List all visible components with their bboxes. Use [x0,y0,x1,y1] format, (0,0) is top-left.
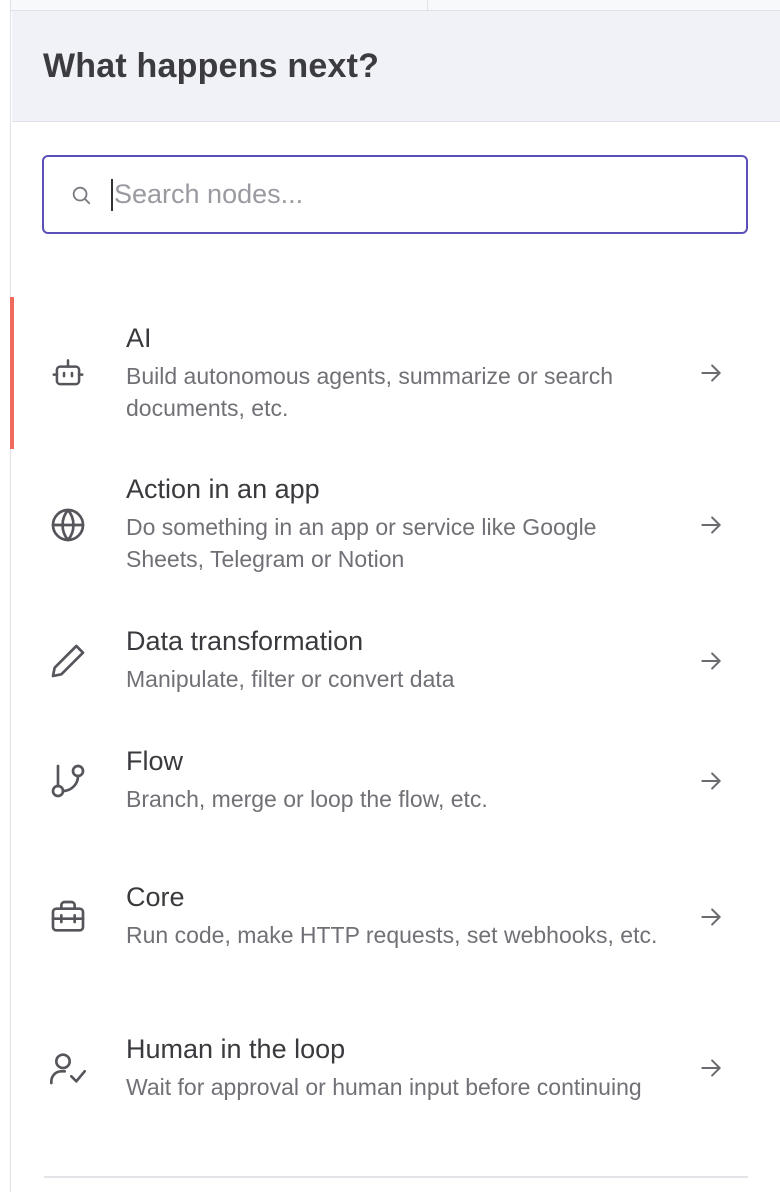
panel-header: What happens next? [12,11,780,122]
canvas-top-strip [0,0,780,11]
item-description: Do something in an app or service like G… [126,514,597,572]
node-creator-panel: What happens next? AI Build autonomous a… [10,11,780,1192]
category-item-human-in-the-loop[interactable]: Human in the loop Wait for approval or h… [12,993,780,1143]
item-text: Data transformation Manipulate, filter o… [126,626,696,695]
toolbox-icon [46,895,90,939]
arrow-right-icon [696,1053,726,1083]
category-item-ai[interactable]: AI Build autonomous agents, summarize or… [10,297,780,449]
canvas-left-rail [0,0,11,1192]
item-text: Action in an app Do something in an app … [126,474,696,575]
item-title: AI [126,322,152,353]
panel-title: What happens next? [43,46,380,85]
category-item-action-in-an-app[interactable]: Action in an app Do something in an app … [12,449,780,600]
item-description: Manipulate, filter or convert data [126,666,455,692]
category-item-data-transformation[interactable]: Data transformation Manipulate, filter o… [12,600,780,721]
item-text: Flow Branch, merge or loop the flow, etc… [126,746,696,815]
text-caret [111,178,113,211]
strip-divider [427,0,428,10]
category-item-core[interactable]: Core Run code, make HTTP requests, set w… [12,840,780,993]
item-title: Action in an app [126,474,320,504]
item-description: Build autonomous agents, summarize or se… [126,362,614,421]
item-text: Core Run code, make HTTP requests, set w… [126,882,696,951]
item-description: Run code, make HTTP requests, set webhoo… [126,922,658,948]
item-title: Core [126,882,185,912]
arrow-right-icon [696,646,726,676]
user-check-icon [46,1046,90,1090]
globe-icon [46,503,90,547]
list-divider [44,1176,748,1178]
item-description: Branch, merge or loop the flow, etc. [126,786,488,812]
search-icon [69,183,93,207]
item-text: Human in the loop Wait for approval or h… [126,1034,696,1103]
active-indicator [10,297,14,449]
arrow-right-icon [696,510,726,540]
robot-icon [46,351,90,395]
pencil-icon [46,639,90,683]
item-title: Human in the loop [126,1033,346,1064]
item-title: Flow [126,746,184,776]
category-item-flow[interactable]: Flow Branch, merge or loop the flow, etc… [12,721,780,840]
search-input[interactable] [114,179,674,210]
item-title: Data transformation [126,626,364,656]
search-box[interactable] [42,155,748,234]
category-list: AI Build autonomous agents, summarize or… [10,297,780,1143]
item-description: Wait for approval or human input before … [126,1073,642,1100]
git-branch-icon [46,759,90,803]
arrow-right-icon [696,766,726,796]
arrow-right-icon [696,358,726,388]
item-text: AI Build autonomous agents, summarize or… [126,323,696,424]
arrow-right-icon [696,902,726,932]
